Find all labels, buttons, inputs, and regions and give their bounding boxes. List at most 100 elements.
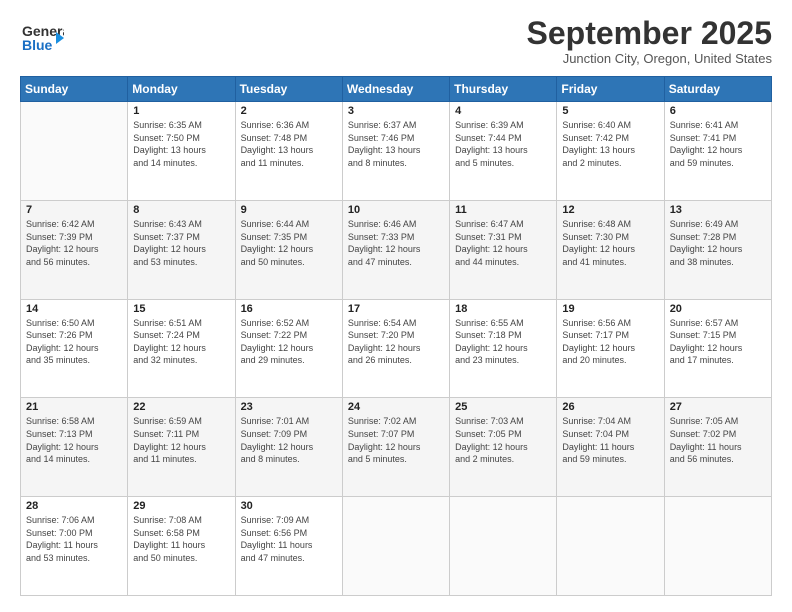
table-row (557, 497, 664, 596)
day-number: 4 (455, 105, 551, 117)
logo: General Blue (20, 16, 64, 60)
calendar-week-4: 28Sunrise: 7:06 AM Sunset: 7:00 PM Dayli… (21, 497, 772, 596)
header-monday: Monday (128, 77, 235, 102)
day-info: Sunrise: 6:51 AM Sunset: 7:24 PM Dayligh… (133, 317, 229, 367)
day-info: Sunrise: 7:08 AM Sunset: 6:58 PM Dayligh… (133, 514, 229, 564)
header-sunday: Sunday (21, 77, 128, 102)
day-info: Sunrise: 7:04 AM Sunset: 7:04 PM Dayligh… (562, 415, 658, 465)
table-row: 19Sunrise: 6:56 AM Sunset: 7:17 PM Dayli… (557, 299, 664, 398)
table-row: 29 Sunrise: 7:08 AM Sunset: 6:58 PM Dayli… (128, 497, 235, 596)
day-info: Sunrise: 6:47 AM Sunset: 7:31 PM Dayligh… (455, 218, 551, 268)
day-number: 17 (348, 303, 444, 315)
day-number: 1 (133, 105, 229, 117)
table-row: 2 Sunrise: 6:36 AM Sunset: 7:48 PM Daylig… (235, 102, 342, 201)
day-number: 3 (348, 105, 444, 117)
day-number: 11 (455, 204, 551, 216)
day-info: Sunrise: 6:39 AM Sunset: 7:44 PM Dayligh… (455, 119, 551, 169)
day-number: 2 (241, 105, 337, 117)
header: General Blue September 2025 Junction Cit… (20, 16, 772, 66)
table-row: 14 Sunrise: 6:50 AM Sunset: 7:26 PM Dayli… (21, 299, 128, 398)
svg-text:Blue: Blue (22, 37, 53, 53)
day-info: Sunrise: 6:41 AM Sunset: 7:41 PM Dayligh… (670, 119, 766, 169)
day-number: 13 (670, 204, 766, 216)
table-row: 11 Sunrise: 6:47 AM Sunset: 7:31 PM Dayli… (450, 200, 557, 299)
table-row (342, 497, 449, 596)
day-number: 14 (26, 303, 122, 315)
table-row: 4 Sunrise: 6:39 AM Sunset: 7:44 PM Daylig… (450, 102, 557, 201)
day-number: 15 (133, 303, 229, 315)
header-friday: Friday (557, 77, 664, 102)
day-number: 29 (133, 500, 229, 512)
table-row: 6Sunrise: 6:41 AM Sunset: 7:41 PM Daylig… (664, 102, 771, 201)
table-row: 3 Sunrise: 6:37 AM Sunset: 7:46 PM Daylig… (342, 102, 449, 201)
table-row: 27 Sunrise: 7:05 AM Sunset: 7:02 PM Dayli… (664, 398, 771, 497)
day-number: 30 (241, 500, 337, 512)
table-row: 22Sunrise: 6:59 AM Sunset: 7:11 PM Dayli… (128, 398, 235, 497)
day-number: 23 (241, 401, 337, 413)
table-row: 15 Sunrise: 6:51 AM Sunset: 7:24 PM Dayli… (128, 299, 235, 398)
table-row: 10Sunrise: 6:46 AM Sunset: 7:33 PM Dayli… (342, 200, 449, 299)
month-title: September 2025 (527, 16, 772, 51)
day-number: 16 (241, 303, 337, 315)
day-number: 7 (26, 204, 122, 216)
day-info: Sunrise: 6:44 AM Sunset: 7:35 PM Dayligh… (241, 218, 337, 268)
day-number: 24 (348, 401, 444, 413)
table-row: 5 Sunrise: 6:40 AM Sunset: 7:42 PM Daylig… (557, 102, 664, 201)
day-number: 5 (562, 105, 658, 117)
day-info: Sunrise: 6:56 AM Sunset: 7:17 PM Dayligh… (562, 317, 658, 367)
day-info: Sunrise: 6:37 AM Sunset: 7:46 PM Dayligh… (348, 119, 444, 169)
table-row: 18 Sunrise: 6:55 AM Sunset: 7:18 PM Dayli… (450, 299, 557, 398)
header-saturday: Saturday (664, 77, 771, 102)
day-info: Sunrise: 6:36 AM Sunset: 7:48 PM Dayligh… (241, 119, 337, 169)
day-info: Sunrise: 6:55 AM Sunset: 7:18 PM Dayligh… (455, 317, 551, 367)
day-info: Sunrise: 7:09 AM Sunset: 6:56 PM Dayligh… (241, 514, 337, 564)
day-info: Sunrise: 6:59 AM Sunset: 7:11 PM Dayligh… (133, 415, 229, 465)
day-number: 20 (670, 303, 766, 315)
day-info: Sunrise: 6:49 AM Sunset: 7:28 PM Dayligh… (670, 218, 766, 268)
table-row: 20 Sunrise: 6:57 AM Sunset: 7:15 PM Dayli… (664, 299, 771, 398)
table-row: 12 Sunrise: 6:48 AM Sunset: 7:30 PM Dayli… (557, 200, 664, 299)
table-row: 25 Sunrise: 7:03 AM Sunset: 7:05 PM Dayli… (450, 398, 557, 497)
day-number: 12 (562, 204, 658, 216)
header-tuesday: Tuesday (235, 77, 342, 102)
day-info: Sunrise: 7:06 AM Sunset: 7:00 PM Dayligh… (26, 514, 122, 564)
day-info: Sunrise: 7:05 AM Sunset: 7:02 PM Dayligh… (670, 415, 766, 465)
day-info: Sunrise: 6:50 AM Sunset: 7:26 PM Dayligh… (26, 317, 122, 367)
day-info: Sunrise: 6:52 AM Sunset: 7:22 PM Dayligh… (241, 317, 337, 367)
day-number: 10 (348, 204, 444, 216)
location-subtitle: Junction City, Oregon, United States (527, 51, 772, 66)
day-info: Sunrise: 6:40 AM Sunset: 7:42 PM Dayligh… (562, 119, 658, 169)
table-row: 24 Sunrise: 7:02 AM Sunset: 7:07 PM Dayli… (342, 398, 449, 497)
table-row: 21Sunrise: 6:58 AM Sunset: 7:13 PM Dayli… (21, 398, 128, 497)
day-number: 25 (455, 401, 551, 413)
calendar-week-1: 7 Sunrise: 6:42 AM Sunset: 7:39 PM Daylig… (21, 200, 772, 299)
table-row: 1 Sunrise: 6:35 AM Sunset: 7:50 PM Daylig… (128, 102, 235, 201)
day-info: Sunrise: 6:48 AM Sunset: 7:30 PM Dayligh… (562, 218, 658, 268)
calendar-week-2: 14 Sunrise: 6:50 AM Sunset: 7:26 PM Dayli… (21, 299, 772, 398)
page: General Blue September 2025 Junction Cit… (0, 0, 792, 612)
title-block: September 2025 Junction City, Oregon, Un… (527, 16, 772, 66)
table-row: 9Sunrise: 6:44 AM Sunset: 7:35 PM Daylig… (235, 200, 342, 299)
day-info: Sunrise: 7:02 AM Sunset: 7:07 PM Dayligh… (348, 415, 444, 465)
table-row: 28Sunrise: 7:06 AM Sunset: 7:00 PM Dayli… (21, 497, 128, 596)
table-row: 26Sunrise: 7:04 AM Sunset: 7:04 PM Dayli… (557, 398, 664, 497)
day-info: Sunrise: 7:03 AM Sunset: 7:05 PM Dayligh… (455, 415, 551, 465)
calendar-week-0: 1 Sunrise: 6:35 AM Sunset: 7:50 PM Daylig… (21, 102, 772, 201)
table-row: 13 Sunrise: 6:49 AM Sunset: 7:28 PM Dayli… (664, 200, 771, 299)
day-info: Sunrise: 6:35 AM Sunset: 7:50 PM Dayligh… (133, 119, 229, 169)
day-info: Sunrise: 6:43 AM Sunset: 7:37 PM Dayligh… (133, 218, 229, 268)
table-row (450, 497, 557, 596)
day-info: Sunrise: 6:42 AM Sunset: 7:39 PM Dayligh… (26, 218, 122, 268)
table-row: 30 Sunrise: 7:09 AM Sunset: 6:56 PM Dayli… (235, 497, 342, 596)
table-row: 23 Sunrise: 7:01 AM Sunset: 7:09 PM Dayli… (235, 398, 342, 497)
day-number: 18 (455, 303, 551, 315)
day-info: Sunrise: 7:01 AM Sunset: 7:09 PM Dayligh… (241, 415, 337, 465)
day-number: 8 (133, 204, 229, 216)
table-row: 17Sunrise: 6:54 AM Sunset: 7:20 PM Dayli… (342, 299, 449, 398)
table-row: 8 Sunrise: 6:43 AM Sunset: 7:37 PM Daylig… (128, 200, 235, 299)
calendar-table: Sunday Monday Tuesday Wednesday Thursday… (20, 76, 772, 596)
header-wednesday: Wednesday (342, 77, 449, 102)
day-number: 27 (670, 401, 766, 413)
table-row: 16 Sunrise: 6:52 AM Sunset: 7:22 PM Dayli… (235, 299, 342, 398)
day-info: Sunrise: 6:57 AM Sunset: 7:15 PM Dayligh… (670, 317, 766, 367)
